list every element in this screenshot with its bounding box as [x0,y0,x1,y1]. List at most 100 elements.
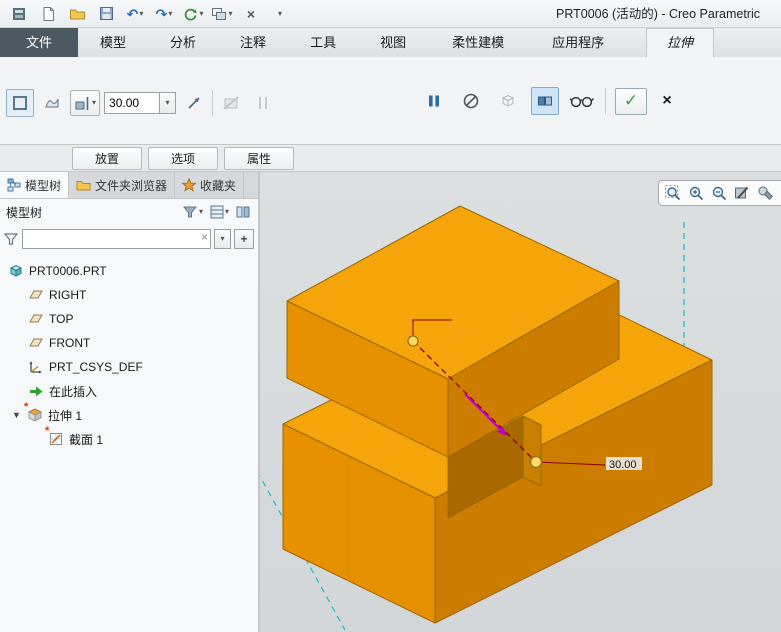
tree-display-button[interactable]: ▾ [208,203,231,221]
nav-tab-favorites[interactable]: 收藏夹 [175,172,244,198]
attached-preview-icon [536,92,554,110]
expander-icon[interactable]: ▼ [12,410,22,420]
thicken-sketch-icon [254,94,272,112]
tree-search-box: × [22,229,211,249]
redo-button[interactable]: ↷ ▾ [151,3,177,25]
zoom-in-button[interactable] [686,183,706,203]
windows-icon [211,7,227,21]
no-preview-button[interactable] [457,87,485,115]
depth-value-dropdown[interactable]: ▾ [160,92,176,114]
tree-item-right-plane[interactable]: RIGHT [0,283,258,307]
flip-direction-button[interactable] [180,89,208,117]
panel-tab-options[interactable]: 选项 [148,147,218,170]
surface-toggle-button[interactable] [38,89,66,117]
tree-item-csys[interactable]: PRT_CSYS_DEF [0,355,258,379]
insert-here-icon [28,383,44,399]
open-file-button[interactable] [64,3,90,25]
depth-value-input[interactable] [104,92,160,114]
pause-icon [426,93,442,109]
thicken-sketch-button[interactable] [249,89,277,117]
verify-preview-button[interactable] [568,87,596,115]
tab-tools[interactable]: 工具 [288,28,358,57]
datum-plane-icon [28,311,44,327]
pause-button[interactable] [420,87,448,115]
panel-tab-properties[interactable]: 属性 [224,147,294,170]
tab-model[interactable]: 模型 [78,28,148,57]
tree-item-label: TOP [49,312,73,326]
attached-preview-button[interactable] [531,87,559,115]
part-icon [8,263,24,279]
tree-item-top-plane[interactable]: TOP [0,307,258,331]
datum-plane-icon [28,335,44,351]
zoom-out-button[interactable] [709,183,729,203]
saved-orientations-icon [756,184,774,202]
tab-file[interactable]: 文件 [0,28,78,57]
nav-tab-model-tree[interactable]: 模型树 [0,172,69,198]
depth-drag-handle-end[interactable] [531,457,542,468]
app-logo-icon[interactable] [6,3,32,25]
tree-item-extrude-1[interactable]: ▼ * 拉伸 1 [0,403,258,427]
model-tree-icon [7,178,21,192]
tab-flexible-modeling[interactable]: 柔性建模 [428,28,528,57]
tree-item-insert-here[interactable]: 在此插入 [0,379,258,403]
tree-item-label: 在此插入 [49,383,97,400]
csys-icon [28,359,44,375]
nav-tab-folder-browser[interactable]: 文件夹浏览器 [69,172,175,198]
undo-button[interactable]: ↶ ▾ [122,3,148,25]
tab-extrude-active[interactable]: 拉伸 [646,28,714,57]
edit-marker: * [45,426,49,437]
dashboard-left-group: ▾ ▾ [6,89,277,117]
close-window-button[interactable]: × [238,3,264,25]
search-caret-icon: ▾ [220,235,224,243]
save-button[interactable] [93,3,119,25]
depth-drag-handle-start[interactable] [408,336,418,346]
tree-columns-icon [236,205,250,219]
search-dropdown-button[interactable]: ▾ [214,229,231,249]
depth-dimension-label[interactable]: 30.00 [609,459,637,471]
zoom-fit-icon [664,184,682,202]
tree-filter-icon [183,205,198,219]
cancel-icon: × [662,92,671,110]
saved-orientations-button[interactable] [755,183,775,203]
tree-search-input[interactable] [22,229,211,249]
search-filter-funnel-icon [4,232,19,246]
refit-button[interactable] [663,183,683,203]
folder-browser-icon [76,179,91,191]
tab-analysis[interactable]: 分析 [148,28,218,57]
search-add-button[interactable]: + [234,229,254,249]
unattached-preview-button[interactable] [494,87,522,115]
surface-icon [43,94,61,112]
favorites-star-icon [182,178,196,192]
remove-material-button[interactable] [217,89,245,117]
search-clear-icon[interactable]: × [201,231,208,243]
tab-applications[interactable]: 应用程序 [528,28,628,57]
confirm-feature-button[interactable]: ✓ [615,88,647,115]
cancel-feature-button[interactable]: × [656,90,678,112]
blind-depth-icon [74,95,90,111]
tab-view[interactable]: 视图 [358,28,428,57]
qat-customize-button[interactable]: ▾ [267,3,293,25]
solid-toggle-button[interactable] [6,89,34,117]
regenerate-dropdown[interactable]: ▾ [199,10,203,18]
tree-item-section-1[interactable]: * 截面 1 [0,427,258,451]
tree-item-front-plane[interactable]: FRONT [0,331,258,355]
graphics-area[interactable]: 30.00 [260,172,781,632]
tree-columns-button[interactable] [234,203,252,221]
tab-annotate[interactable]: 注释 [218,28,288,57]
redo-dropdown[interactable]: ▾ [168,10,172,18]
graphics-canvas[interactable]: 30.00 [260,172,781,632]
undo-dropdown[interactable]: ▾ [139,10,143,18]
zoom-in-icon [687,184,705,202]
regenerate-button[interactable]: ▾ [180,3,206,25]
extrude-model[interactable] [283,206,712,623]
window-switch-button[interactable]: ▾ [209,3,235,25]
new-file-button[interactable] [35,3,61,25]
window-switch-dropdown[interactable]: ▾ [228,10,232,18]
depth-option-dropdown[interactable]: ▾ [70,90,100,116]
repaint-button[interactable] [732,183,752,203]
model-tree-header: 模型树 ▾ ▾ [0,199,258,225]
notch-side-wall-face[interactable] [523,416,541,486]
tree-filters-button[interactable]: ▾ [181,203,205,221]
tree-item-part-root[interactable]: PRT0006.PRT [0,259,258,283]
panel-tab-placement[interactable]: 放置 [72,147,142,170]
